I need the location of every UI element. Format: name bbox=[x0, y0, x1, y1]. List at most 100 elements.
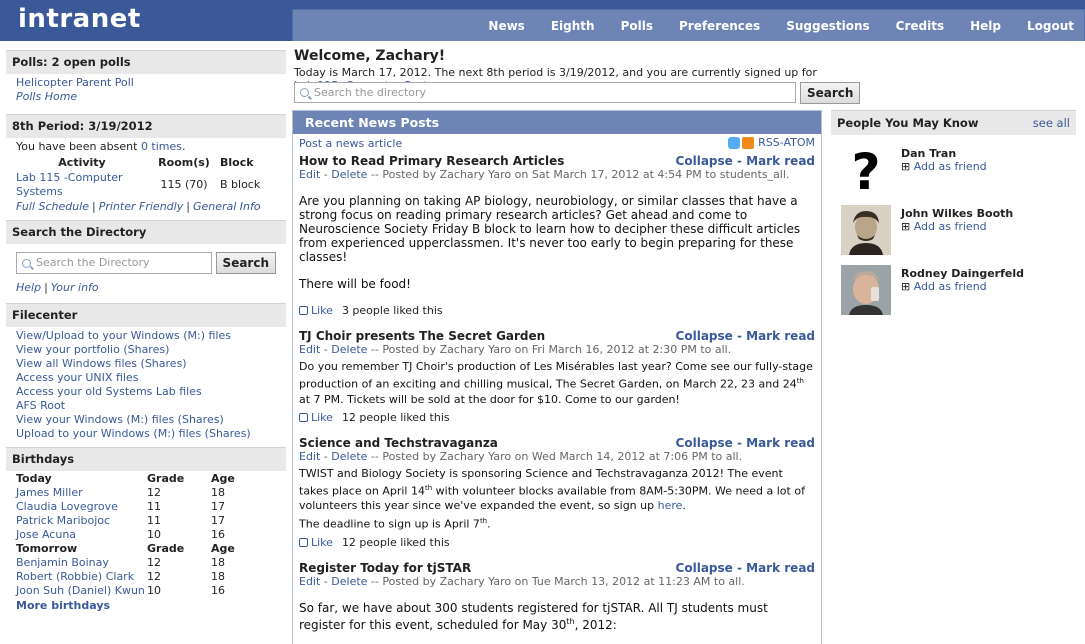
birthday-grade: 10 bbox=[147, 528, 161, 541]
mark-read-link[interactable]: Mark read bbox=[746, 561, 815, 575]
person-name[interactable]: Dan Tran bbox=[901, 147, 987, 160]
more-birthdays-link[interactable]: More birthdays bbox=[16, 599, 276, 613]
poll-link[interactable]: Helicopter Parent Poll bbox=[16, 76, 276, 90]
filecenter-link[interactable]: View your portfolio (Shares) bbox=[16, 343, 276, 357]
age-header: Age bbox=[211, 542, 235, 555]
post-body: Do you remember TJ Choir's production of… bbox=[299, 360, 813, 406]
avatar[interactable] bbox=[841, 265, 891, 315]
rss-icon[interactable] bbox=[742, 136, 755, 149]
post-title[interactable]: TJ Choir presents The Secret Garden bbox=[299, 329, 545, 343]
post-title[interactable]: Science and Techstravaganza bbox=[299, 436, 498, 450]
post-meta: -- Posted by Zachary Yaro on Wed March 1… bbox=[367, 449, 743, 463]
edit-link[interactable]: Edit bbox=[299, 575, 320, 588]
nav-help[interactable]: Help bbox=[960, 19, 1011, 33]
add-friend-link[interactable]: Add as friend bbox=[914, 280, 987, 293]
birthday-name[interactable]: James Miller bbox=[16, 486, 147, 500]
here-link[interactable]: here bbox=[658, 499, 683, 512]
person-card: John Wilkes Booth ⊞ Add as friend bbox=[831, 205, 1076, 257]
post-meta: -- Posted by Zachary Yaro on Sat March 1… bbox=[367, 168, 790, 181]
avatar[interactable] bbox=[841, 205, 891, 255]
age-header: Age bbox=[211, 472, 235, 485]
filecenter-link[interactable]: View/Upload to your Windows (M:) files bbox=[16, 329, 276, 343]
like-link[interactable]: Like bbox=[311, 304, 333, 317]
absent-text: You have been absent 0 times. bbox=[16, 140, 186, 153]
nav-suggestions[interactable]: Suggestions bbox=[776, 19, 879, 33]
your-info-link[interactable]: Your info bbox=[51, 281, 99, 294]
birthday-grade: 12 bbox=[147, 570, 161, 583]
main-search-button[interactable]: Search bbox=[800, 82, 861, 104]
person-card: ? Dan Tran ⊞ Add as friend bbox=[831, 143, 1076, 201]
filecenter-link[interactable]: Upload to your Windows (M:) files (Share… bbox=[16, 427, 276, 441]
like-link[interactable]: Like bbox=[311, 536, 333, 549]
room-value: 115 (70) bbox=[160, 178, 208, 191]
birthday-name[interactable]: Robert (Robbie) Clark bbox=[16, 570, 147, 584]
post-body: So far, we have about 300 students regis… bbox=[299, 600, 768, 632]
delete-link[interactable]: Delete bbox=[331, 450, 367, 463]
filecenter-link[interactable]: Access your UNIX files bbox=[16, 371, 276, 385]
birthday-name[interactable]: Patrick Maribojoc bbox=[16, 514, 147, 528]
filecenter-link[interactable]: AFS Root bbox=[16, 399, 276, 413]
collapse-link[interactable]: Collapse bbox=[676, 154, 733, 168]
edit-link[interactable]: Edit bbox=[299, 343, 320, 356]
directory-search-button[interactable]: Search bbox=[215, 252, 276, 274]
person-name[interactable]: John Wilkes Booth bbox=[901, 207, 1013, 220]
collapse-link[interactable]: Collapse bbox=[676, 436, 733, 450]
filecenter-link[interactable]: View your Windows (M:) files (Shares) bbox=[16, 413, 276, 427]
filecenter-link[interactable]: View all Windows files (Shares) bbox=[16, 357, 276, 371]
absent-count-link[interactable]: 0 times bbox=[141, 140, 182, 153]
help-link[interactable]: Help bbox=[16, 281, 41, 294]
delete-link[interactable]: Delete bbox=[331, 168, 367, 181]
birthday-name[interactable]: Benjamin Boinay bbox=[16, 556, 147, 570]
birthdays-table: Today Grade Age James Miller 12 18 Claudia… bbox=[16, 472, 261, 598]
news-panel: Recent News Posts Post a news article RS… bbox=[292, 110, 822, 644]
post-title[interactable]: Register Today for tjSTAR bbox=[299, 561, 471, 575]
filecenter-link[interactable]: Access your old Systems Lab files bbox=[16, 385, 276, 399]
block-value: B block bbox=[220, 178, 261, 191]
activity-link[interactable]: Lab 115 -Computer Systems bbox=[16, 171, 148, 199]
birthday-age: 16 bbox=[211, 528, 225, 541]
nav-eighth[interactable]: Eighth bbox=[541, 19, 605, 33]
birthday-name[interactable]: Claudia Lovegrove bbox=[16, 500, 147, 514]
printer-friendly-link[interactable]: Printer Friendly bbox=[99, 200, 183, 213]
edit-link[interactable]: Edit bbox=[299, 168, 320, 181]
thumbs-up-icon bbox=[299, 306, 308, 315]
top-bar: intranet News Eighth Polls Preferences S… bbox=[0, 0, 1085, 41]
mark-read-link[interactable]: Mark read bbox=[746, 436, 815, 450]
like-count: 12 people liked this bbox=[341, 535, 450, 549]
birthdays-heading: Birthdays bbox=[6, 447, 286, 471]
svg-text:?: ? bbox=[851, 145, 880, 195]
nav-preferences[interactable]: Preferences bbox=[669, 19, 770, 33]
birthday-name[interactable]: Joon Suh (Daniel) Kwun bbox=[16, 584, 147, 598]
directory-search-input[interactable]: Search the Directory bbox=[16, 252, 212, 274]
like-link[interactable]: Like bbox=[311, 411, 333, 424]
post-body: The deadline to sign up is April 7th. bbox=[299, 517, 491, 531]
collapse-link[interactable]: Collapse bbox=[676, 329, 733, 343]
edit-link[interactable]: Edit bbox=[299, 450, 320, 463]
twitter-icon[interactable] bbox=[728, 136, 741, 149]
rss-atom-link[interactable]: RSS-ATOM bbox=[758, 136, 815, 149]
main-search-input[interactable]: Search the directory bbox=[294, 82, 796, 103]
mark-read-link[interactable]: Mark read bbox=[746, 154, 815, 168]
post-body: TWIST and Biology Society is sponsoring … bbox=[299, 466, 805, 513]
general-info-link[interactable]: General Info bbox=[193, 200, 261, 213]
nav-credits[interactable]: Credits bbox=[886, 19, 954, 33]
full-schedule-link[interactable]: Full Schedule bbox=[16, 200, 89, 213]
nav-bar: News Eighth Polls Preferences Suggestion… bbox=[292, 9, 1085, 41]
mark-read-link[interactable]: Mark read bbox=[746, 329, 815, 343]
nav-polls[interactable]: Polls bbox=[611, 19, 663, 33]
person-name[interactable]: Rodney Daingerfeld bbox=[901, 267, 1024, 280]
polls-home-link[interactable]: Polls Home bbox=[16, 90, 276, 104]
add-friend-link[interactable]: Add as friend bbox=[914, 160, 987, 173]
collapse-link[interactable]: Collapse bbox=[676, 561, 733, 575]
unknown-avatar-icon[interactable]: ? bbox=[841, 143, 891, 201]
site-logo[interactable]: intranet bbox=[18, 4, 141, 34]
news-post: Science and Techstravaganza Collapse - M… bbox=[299, 435, 815, 549]
nav-news[interactable]: News bbox=[478, 19, 534, 33]
add-friend-link[interactable]: Add as friend bbox=[914, 220, 987, 233]
delete-link[interactable]: Delete bbox=[331, 575, 367, 588]
delete-link[interactable]: Delete bbox=[331, 343, 367, 356]
see-all-link[interactable]: see all bbox=[1033, 116, 1070, 131]
post-title[interactable]: How to Read Primary Research Articles bbox=[299, 154, 564, 168]
birthday-name[interactable]: Jose Acuna bbox=[16, 528, 147, 542]
nav-logout[interactable]: Logout bbox=[1017, 19, 1084, 33]
